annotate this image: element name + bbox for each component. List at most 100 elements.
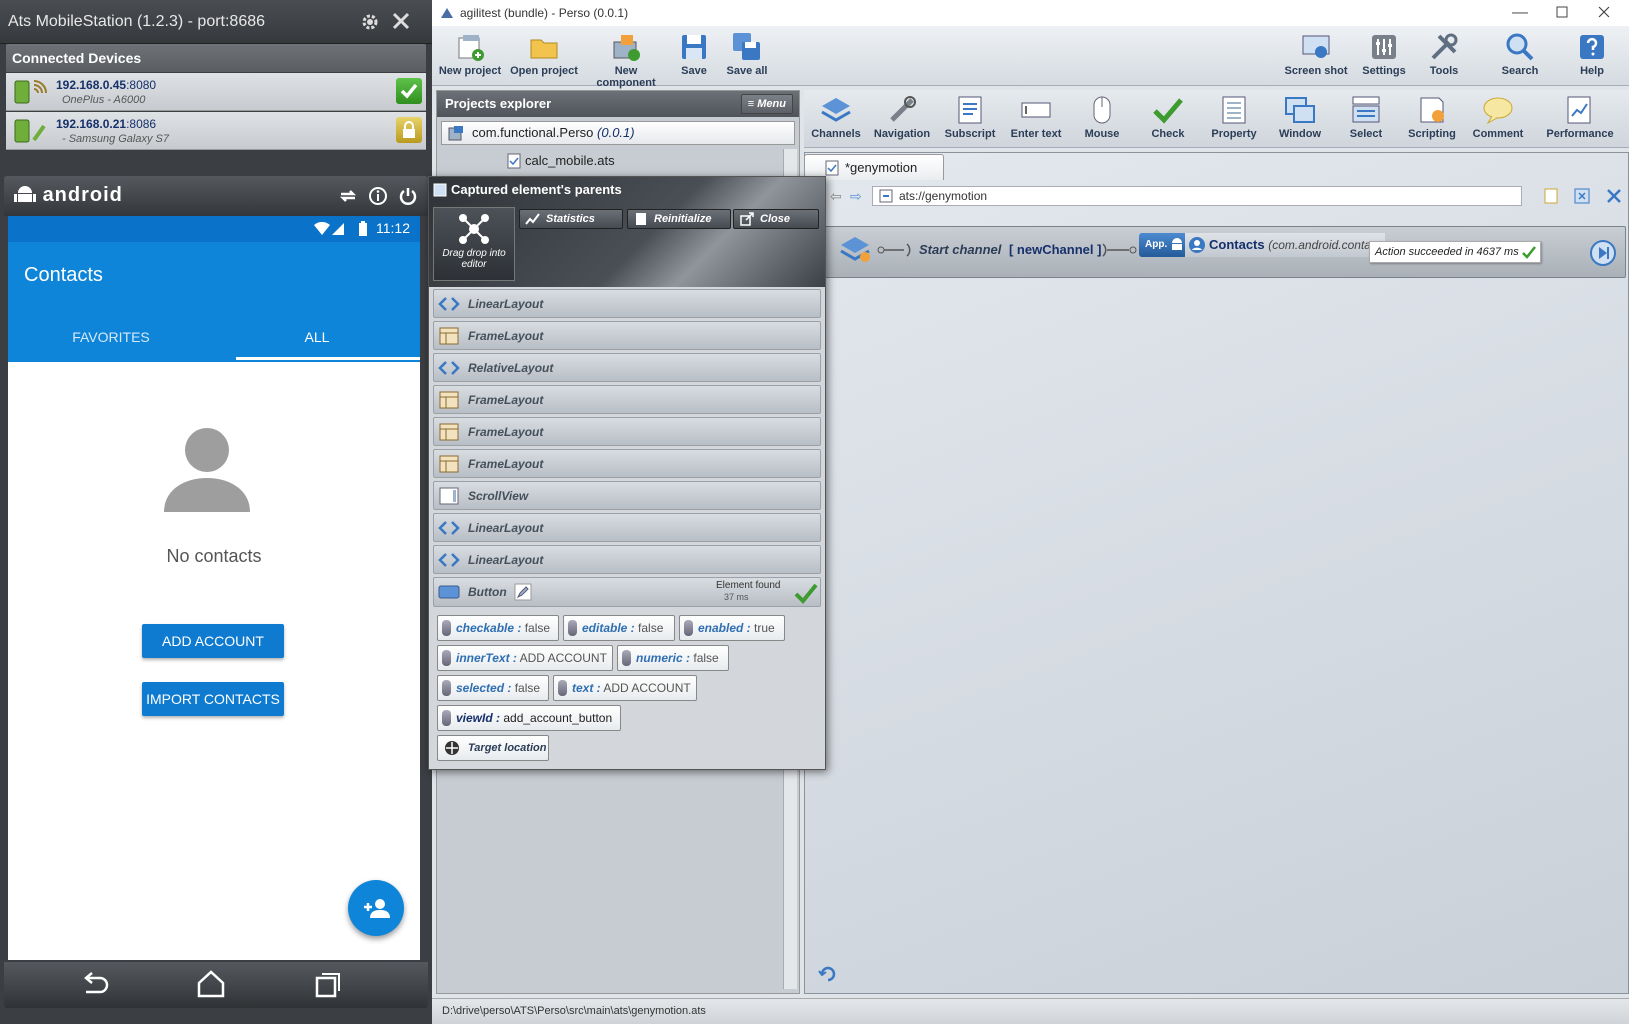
property-enabled[interactable]: enabled : true <box>679 615 785 641</box>
frame-layout-icon <box>439 391 459 409</box>
edit-pencil-icon[interactable] <box>514 583 532 601</box>
property-value: false <box>638 621 664 635</box>
search-button[interactable]: Search <box>1496 30 1544 84</box>
maximize-icon[interactable] <box>1556 6 1568 18</box>
navigation-action[interactable]: Navigation <box>870 92 934 146</box>
power-icon[interactable] <box>398 186 418 206</box>
close-icon[interactable] <box>392 12 410 30</box>
parent-element-row[interactable]: RelativeLayout <box>433 353 821 382</box>
minimize-icon[interactable]: — <box>1512 4 1528 22</box>
window-action[interactable]: Window <box>1268 92 1332 146</box>
play-step-icon[interactable] <box>1589 239 1617 267</box>
app-title: Contacts <box>24 264 103 286</box>
target-location-button[interactable]: Target location <box>437 735 549 761</box>
parent-element-row[interactable]: LinearLayout <box>433 289 821 318</box>
property-editable[interactable]: editable : false <box>563 615 675 641</box>
check-action[interactable]: Check <box>1136 92 1200 146</box>
screen-shot-label: Screen shot <box>1284 65 1348 77</box>
device-address: 192.168.0.45:8080 <box>56 78 156 92</box>
parent-element-row[interactable]: FrameLayout <box>433 417 821 446</box>
forward-arrow-icon[interactable]: ⇨ <box>850 188 862 205</box>
property-innertext[interactable]: innerText : ADD ACCOUNT <box>437 645 613 671</box>
scripting-action[interactable]: Scripting <box>1400 92 1464 146</box>
performance-action[interactable]: Performance <box>1540 92 1620 146</box>
statistics-button[interactable]: Statistics <box>519 209 623 229</box>
property-action[interactable]: Property <box>1202 92 1266 146</box>
battery-icon <box>358 221 368 237</box>
save-button[interactable]: Save <box>674 30 714 84</box>
gear-icon[interactable] <box>360 12 380 32</box>
screen-shot-button[interactable]: Screen shot <box>1284 30 1348 84</box>
captured-element-row[interactable]: Button Element found 37 ms <box>433 577 821 607</box>
status-bar-path: D:\drive\perso\ATS\Perso\src\main\ats\ge… <box>432 998 1629 1024</box>
script-editor[interactable] <box>804 152 1629 994</box>
window-close-icon[interactable] <box>1598 6 1610 18</box>
help-button[interactable]: Help <box>1572 30 1612 84</box>
back-arrow-icon[interactable]: ⇦ <box>830 188 842 205</box>
property-checkable[interactable]: checkable : false <box>437 615 559 641</box>
script-file-item[interactable]: calc_mobile.ats <box>525 153 615 168</box>
settings-button[interactable]: Settings <box>1360 30 1408 84</box>
frame-layout-icon <box>439 455 459 473</box>
close-script-icon[interactable] <box>1574 188 1590 204</box>
drag-drop-handle[interactable]: Drag drop into editor <box>433 207 515 281</box>
phone-screen[interactable]: 11:12 Contacts FAVORITES ALL No contacts… <box>8 216 420 960</box>
reinitialize-button[interactable]: Reinitialize <box>627 209 731 229</box>
select-action[interactable]: Select <box>1334 92 1398 146</box>
new-project-label: New project <box>438 65 502 77</box>
subscript-action[interactable]: Subscript <box>938 92 1002 146</box>
app-chip[interactable]: App. <box>1139 233 1187 257</box>
explorer-menu-button[interactable]: ≡ Menu <box>740 94 793 114</box>
parent-element-row[interactable]: FrameLayout <box>433 385 821 414</box>
channels-action[interactable]: Channels <box>804 92 868 146</box>
property-viewid[interactable]: viewId : add_account_button <box>437 705 621 731</box>
property-key: viewId : <box>456 711 501 725</box>
close-panel-button[interactable]: Close <box>733 209 819 229</box>
document-small-icon <box>635 212 647 226</box>
tab-favorites[interactable]: FAVORITES <box>8 314 214 362</box>
property-value: add_account_button <box>503 711 613 725</box>
script-action-line[interactable]: Start channel [ newChannel ] App. Contac… <box>808 226 1626 278</box>
parent-element-row[interactable]: FrameLayout <box>433 321 821 350</box>
parent-element-row[interactable]: LinearLayout <box>433 545 821 574</box>
recents-icon[interactable] <box>314 971 342 999</box>
undo-icon[interactable] <box>818 966 836 982</box>
captured-parents-panel: Captured element's parents Drag drop int… <box>428 176 826 770</box>
enter-text-action[interactable]: Enter text <box>1004 92 1068 146</box>
import-contacts-button[interactable]: IMPORT CONTACTS <box>142 682 284 716</box>
add-contact-fab[interactable] <box>348 880 404 936</box>
save-icon <box>682 35 706 59</box>
property-numeric[interactable]: numeric : false <box>617 645 729 671</box>
info-icon[interactable] <box>368 186 388 206</box>
check-icon <box>1153 98 1183 124</box>
phone-clock: 11:12 <box>376 220 410 236</box>
document-icon[interactable] <box>1544 188 1558 204</box>
mouse-action[interactable]: Mouse <box>1070 92 1134 146</box>
property-selected[interactable]: selected : false <box>437 675 549 701</box>
tools-button[interactable]: Tools <box>1422 30 1466 84</box>
comment-action[interactable]: Comment <box>1466 92 1530 146</box>
back-icon[interactable] <box>80 972 110 998</box>
close-editor-icon[interactable] <box>1606 188 1622 204</box>
device-row[interactable]: 192.168.0.21:8086 - Samsung Galaxy S7 <box>6 112 426 150</box>
tab-all[interactable]: ALL <box>214 314 420 362</box>
refresh-icon[interactable] <box>338 186 358 206</box>
new-project-button[interactable]: New project <box>438 30 502 84</box>
open-project-button[interactable]: Open project <box>510 30 578 84</box>
parent-element-row[interactable]: LinearLayout <box>433 513 821 542</box>
new-component-button[interactable]: New component <box>584 30 668 89</box>
property-text[interactable]: text : ADD ACCOUNT <box>553 675 697 701</box>
search-icon <box>1506 33 1534 61</box>
start-channel-label: Start channel <box>919 242 1002 257</box>
parent-element-row[interactable]: ScrollView <box>433 481 821 510</box>
add-account-button[interactable]: ADD ACCOUNT <box>142 624 284 658</box>
contacts-app-chip[interactable]: Contacts (com.android.contacts <box>1185 233 1385 257</box>
parent-element-row[interactable]: FrameLayout <box>433 449 821 478</box>
home-icon[interactable] <box>196 970 226 998</box>
device-row[interactable]: 192.168.0.45:8080 OnePlus - A6000 <box>6 73 426 111</box>
script-url-field[interactable]: ats://genymotion <box>872 186 1522 206</box>
performance-icon <box>1567 96 1591 124</box>
project-root-item[interactable]: com.functional.Perso (0.0.1) <box>441 121 795 145</box>
network-icon <box>457 212 491 246</box>
save-all-button[interactable]: Save all <box>722 30 772 84</box>
